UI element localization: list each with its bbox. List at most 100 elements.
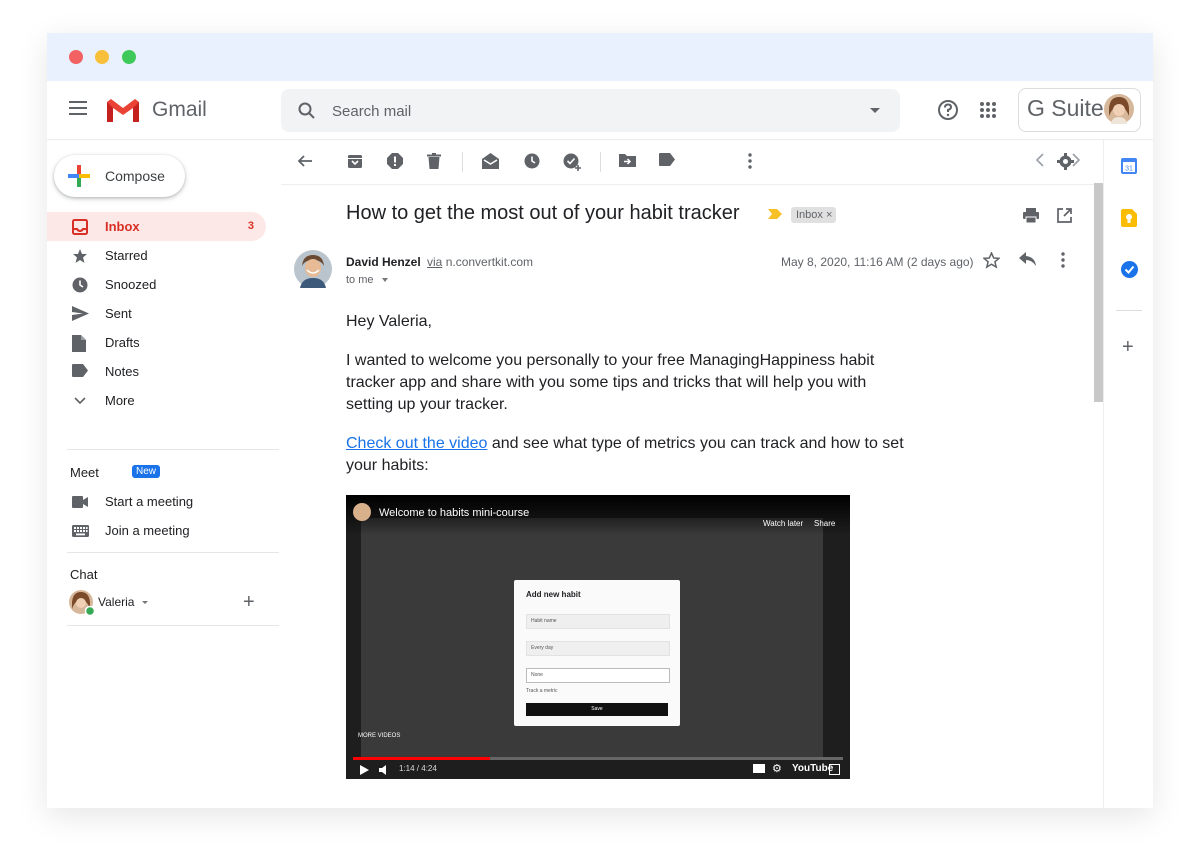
help-icon[interactable] [937,99,959,121]
sidebar-item-sent[interactable]: Sent [47,299,266,328]
meet-title: Meet [70,465,99,480]
compose-plus-icon [68,165,90,187]
video-progress-bar[interactable] [353,757,843,760]
volume-icon[interactable] [379,765,389,775]
move-to-icon[interactable] [619,153,636,167]
mark-unread-icon[interactable] [482,153,499,169]
side-panel: 31 + [1103,139,1153,808]
sidebar-item-snoozed[interactable]: Snoozed [47,270,266,299]
gsuite-logo: G Suite [1027,95,1104,121]
sidebar-item-label: Notes [105,364,139,379]
calendar-icon[interactable]: 31 [1121,157,1137,174]
sidebar-item-drafts[interactable]: Drafts [47,328,266,357]
get-addons-plus-icon[interactable]: + [1122,337,1134,357]
chat-user-avatar [69,590,95,616]
report-spam-icon[interactable] [387,153,403,169]
importance-marker-icon[interactable] [768,209,782,219]
message-more-options-icon[interactable] [1061,252,1065,268]
tasks-icon[interactable] [1121,261,1138,278]
modal-title: Add new habit [526,590,581,599]
new-chat-plus-icon[interactable]: + [243,591,255,614]
reply-icon[interactable] [1019,252,1036,266]
video-link[interactable]: Check out the video [346,435,487,452]
join-meeting-item[interactable]: Join a meeting [47,516,266,545]
label-icon [72,364,88,377]
video-thumbnail[interactable]: Welcome to habits mini-course Watch late… [346,495,850,779]
sidebar-item-inbox[interactable]: Inbox 3 [47,212,266,241]
archive-icon[interactable] [347,153,363,169]
sidebar-item-notes[interactable]: Notes [47,357,266,386]
sender-domain: n.convertkit.com [445,255,534,269]
recipient-details[interactable]: to me [346,274,388,286]
minimize-window-button[interactable] [95,50,109,64]
fullscreen-icon[interactable] [829,764,840,775]
start-meeting-label: Start a meeting [105,494,194,509]
more-options-icon[interactable] [748,153,752,169]
share-button[interactable]: Share [814,519,835,528]
keep-icon[interactable] [1121,209,1137,227]
toolbar-divider [600,152,601,172]
labels-icon[interactable] [659,153,675,166]
play-icon[interactable] [360,765,369,775]
toolbar-divider [462,152,463,172]
video-title[interactable]: Welcome to habits mini-course [379,507,529,519]
settings-gear-icon[interactable] [1057,153,1074,170]
trash-icon[interactable] [427,153,441,169]
habit-name-field: Habit name [526,614,670,629]
search-icon[interactable] [297,101,317,121]
channel-avatar[interactable] [353,503,371,521]
watch-later-button[interactable]: Watch later [763,519,803,528]
chat-user-valeria[interactable]: Valeria [69,588,269,618]
sidebar-item-label: Sent [105,306,132,321]
chat-status-dropdown-icon[interactable] [142,601,148,604]
sidebar-item-starred[interactable]: Starred [47,241,266,270]
star-message-icon[interactable] [983,252,1000,269]
chat-divider [67,552,279,553]
sender-via: via n.convertkit.com [427,255,533,269]
message-toolbar [281,139,1103,185]
browser-window: Gmail Search mail G Suite Compose Inbox … [47,33,1153,808]
apps-grid-icon[interactable] [979,101,997,119]
back-arrow-icon[interactable] [297,153,313,169]
email-greeting: Hey Valeria, [346,313,432,330]
more-videos-label[interactable]: MORE VIDEOS [358,733,400,739]
captions-icon[interactable] [753,764,765,773]
draft-icon [72,335,86,352]
sender-name[interactable]: David Henzel [346,255,421,269]
youtube-logo[interactable]: YouTube [792,763,833,774]
recipient-details-dropdown-icon[interactable] [381,278,388,283]
search-input[interactable]: Search mail [332,103,411,120]
close-window-button[interactable] [69,50,83,64]
email-paragraph: Check out the video and see what type of… [346,433,906,477]
chevron-down-icon [74,397,86,405]
print-icon[interactable] [1023,208,1039,223]
settings-gear-icon[interactable]: ⚙ [772,762,782,775]
snooze-icon[interactable] [524,153,540,169]
inbox-label-chip[interactable]: Inbox × [791,207,837,223]
add-to-tasks-icon[interactable] [563,153,581,171]
track-metric-option: Track a metric [526,688,558,694]
via-link[interactable]: via [427,255,442,269]
sidebar-item-label: Inbox [105,219,140,234]
video-icon [72,496,88,508]
sidebar-divider [67,449,279,450]
chat-user-name: Valeria [98,595,135,609]
compose-label: Compose [105,168,165,184]
user-avatar[interactable] [1104,94,1134,124]
main-menu-icon[interactable] [69,101,87,115]
recipient-label: to me [346,274,374,286]
repeat-field: Every day [526,641,670,656]
side-panel-divider [1116,310,1142,311]
search-options-icon[interactable] [870,108,880,113]
sidebar-item-more[interactable]: More [47,386,266,415]
send-icon [72,306,89,321]
search-bar[interactable]: Search mail [281,89,900,132]
account-switcher[interactable]: G Suite [1018,88,1141,132]
gmail-logo-icon[interactable] [105,96,141,124]
open-new-window-icon[interactable] [1057,208,1072,223]
start-meeting-item[interactable]: Start a meeting [47,487,266,516]
maximize-window-button[interactable] [122,50,136,64]
sender-avatar[interactable] [294,250,332,288]
compose-button[interactable]: Compose [54,155,185,197]
newer-chevron-left-icon[interactable] [1036,153,1044,167]
